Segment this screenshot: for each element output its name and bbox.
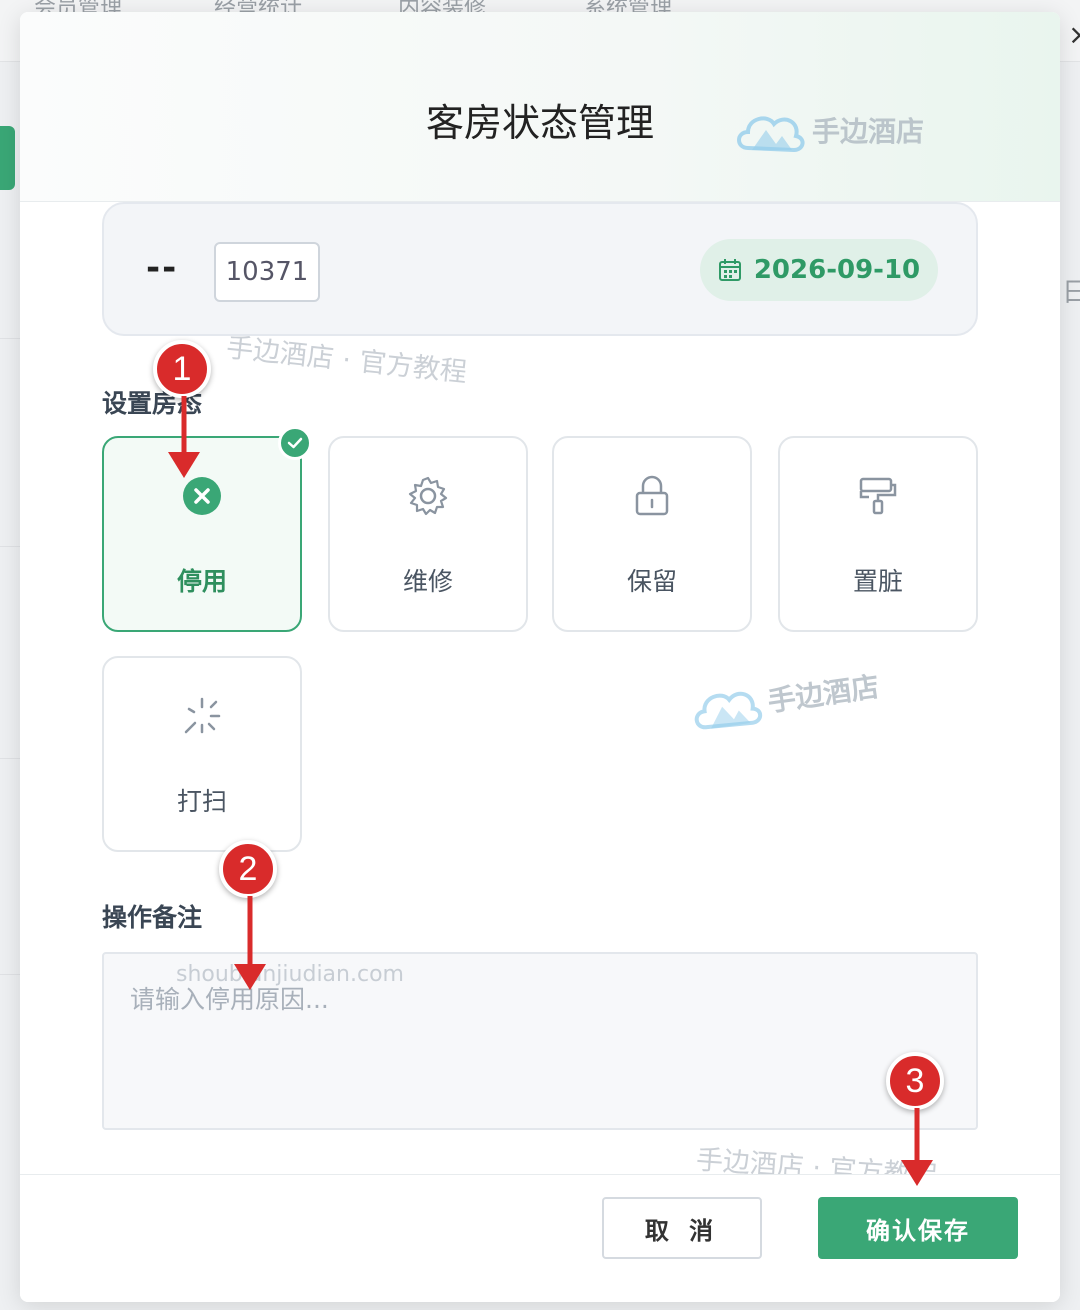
step-1-arrow-icon	[168, 396, 200, 478]
status-option-label: 停用	[176, 567, 227, 596]
step-3-arrow-icon	[901, 1108, 933, 1186]
date-pill: 2026-09-10	[700, 239, 938, 301]
status-option-reserve[interactable]: 保留	[552, 436, 752, 632]
status-option-label: 置脏	[852, 567, 903, 596]
room-type-text: --	[146, 248, 179, 288]
status-option-repair[interactable]: 维修	[328, 436, 528, 632]
modal-footer: 取 消 确认保存	[20, 1174, 1060, 1302]
cancel-button[interactable]: 取 消	[602, 1197, 762, 1259]
selected-check-icon	[278, 426, 312, 460]
calendar-icon	[718, 259, 741, 281]
modal-header: 客房状态管理 手边酒店	[20, 12, 1060, 202]
background-active-indicator	[0, 126, 15, 190]
paint-roller-icon	[859, 477, 897, 515]
background-close-icon[interactable]: ×	[1068, 18, 1080, 51]
lock-icon	[635, 475, 669, 516]
step-3-badge: 3	[886, 1052, 944, 1110]
room-number-badge: 10371	[214, 242, 320, 302]
background-divider	[0, 546, 20, 547]
status-option-label: 打扫	[176, 787, 227, 816]
x-circle-icon	[183, 477, 221, 515]
step-2-badge: 2	[219, 840, 277, 898]
status-option-dirty[interactable]: 置脏	[778, 436, 978, 632]
background-edge-text: 日	[1062, 278, 1080, 308]
step-1-badge: 1	[153, 340, 211, 398]
step-2-arrow-icon	[234, 896, 266, 990]
background-divider	[0, 758, 20, 759]
brand-watermark: 手边酒店	[687, 659, 883, 744]
modal-title: 客房状态管理	[425, 101, 654, 145]
status-option-label: 保留	[626, 567, 677, 596]
background-divider	[0, 974, 20, 975]
cloud-logo-icon	[694, 691, 763, 730]
room-info-card: -- 10371 2026-09-10	[102, 202, 978, 336]
status-option-label: 维修	[402, 567, 453, 596]
date-text: 2026-09-10	[753, 255, 921, 285]
sparkle-icon	[184, 697, 221, 734]
gear-icon	[408, 476, 448, 516]
brand-watermark-text: 手边酒店	[765, 669, 882, 719]
status-option-clean[interactable]: 打扫	[102, 656, 302, 852]
confirm-save-button[interactable]: 确认保存	[818, 1197, 1018, 1259]
background-divider	[0, 338, 20, 339]
note-section-label: 操作备注	[102, 903, 203, 932]
